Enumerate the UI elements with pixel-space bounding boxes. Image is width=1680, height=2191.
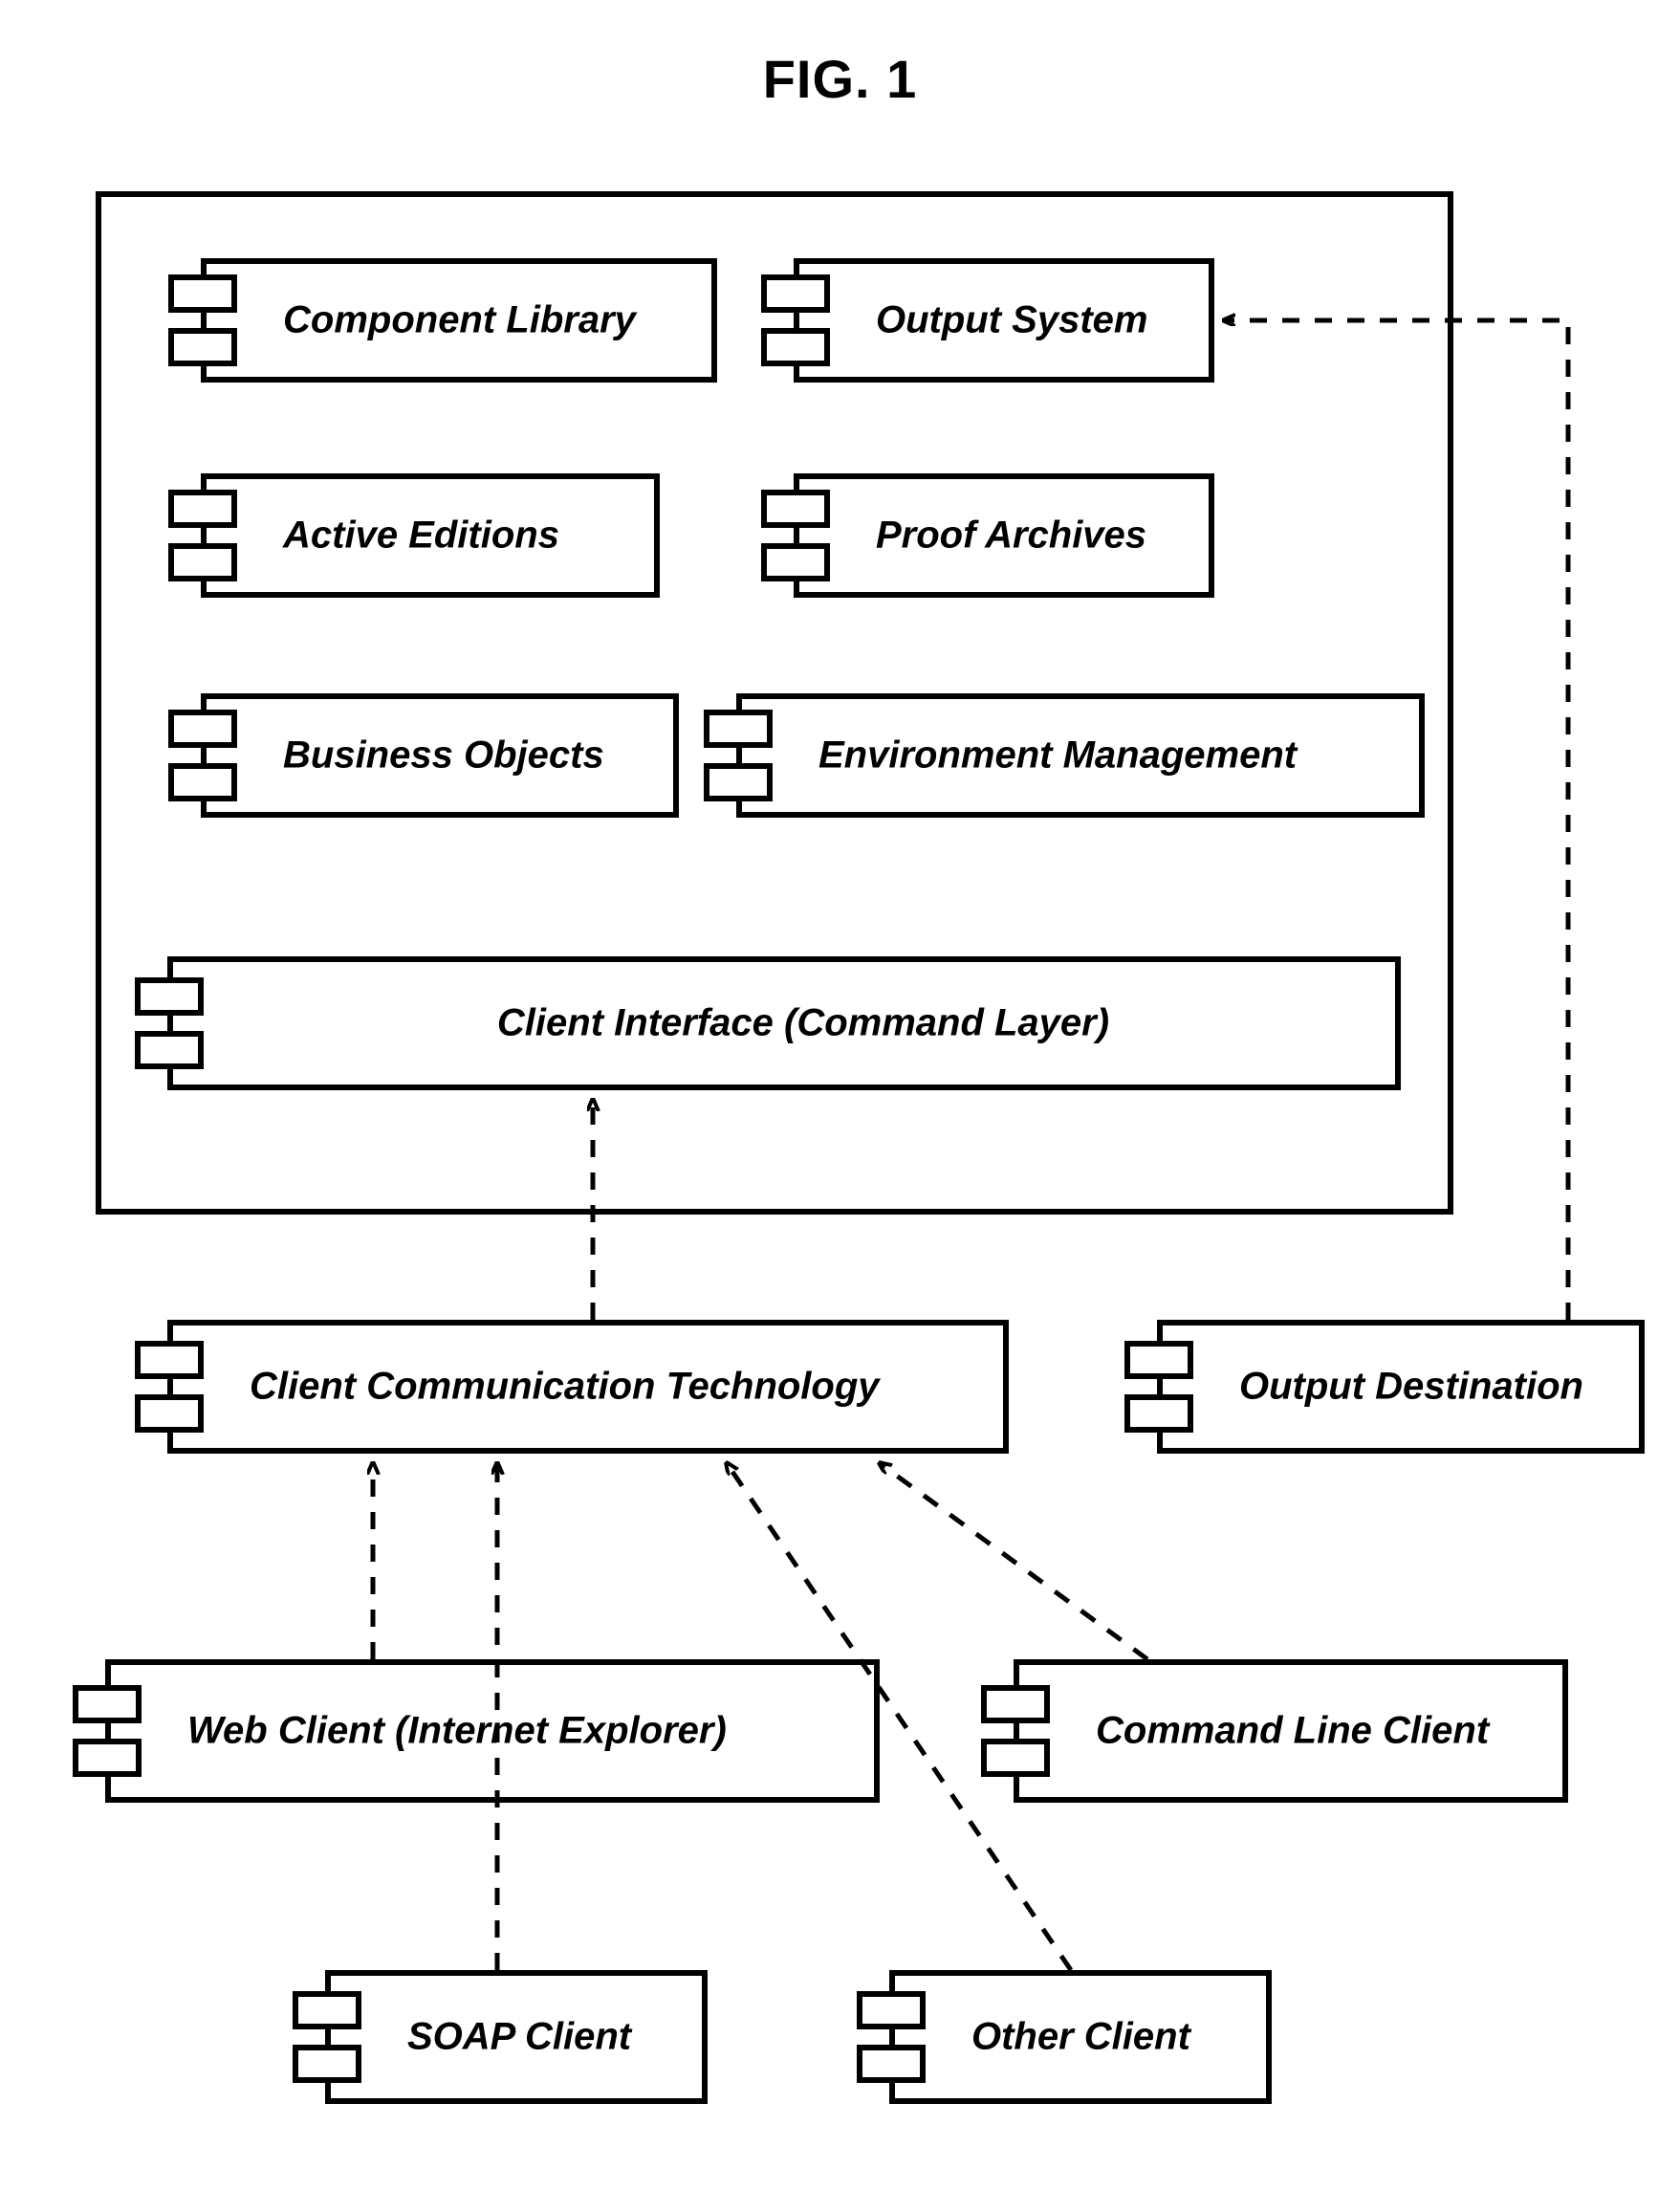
- soap-client: SOAP Client: [325, 1970, 708, 2104]
- figure-title: FIG. 1: [0, 48, 1680, 110]
- output-system: Output System: [794, 258, 1214, 383]
- output-destination-label: Output Destination: [1239, 1366, 1620, 1409]
- uml-component-icon: [168, 274, 237, 366]
- output-destination: Output Destination: [1157, 1320, 1645, 1454]
- proof-archives-label: Proof Archives: [876, 515, 1189, 558]
- uml-component-icon: [73, 1685, 142, 1777]
- component-library: Component Library: [201, 258, 717, 383]
- component-library-label: Component Library: [283, 299, 692, 342]
- environment-management: Environment Management: [736, 693, 1425, 818]
- business-objects: Business Objects: [201, 693, 679, 818]
- uml-component-icon: [293, 1991, 361, 2083]
- client-communication-technology: Client Communication Technology: [167, 1320, 1009, 1454]
- web-client: Web Client (Internet Explorer): [105, 1659, 880, 1803]
- command-line-client-label: Command Line Client: [1096, 1710, 1543, 1753]
- business-objects-label: Business Objects: [283, 734, 654, 778]
- environment-management-label: Environment Management: [818, 734, 1400, 778]
- uml-component-icon: [135, 977, 204, 1069]
- figure-page: FIG. 1 Component Library Output System A…: [0, 0, 1680, 2191]
- active-editions-label: Active Editions: [283, 515, 635, 558]
- client-comm-tech-label: Client Communication Technology: [250, 1366, 984, 1409]
- output-system-label: Output System: [876, 299, 1189, 342]
- web-client-label: Web Client (Internet Explorer): [187, 1710, 855, 1753]
- command-line-client: Command Line Client: [1014, 1659, 1568, 1803]
- uml-component-icon: [761, 274, 830, 366]
- uml-component-icon: [857, 1991, 926, 2083]
- uml-component-icon: [1124, 1341, 1193, 1433]
- uml-component-icon: [135, 1341, 204, 1433]
- other-client: Other Client: [889, 1970, 1272, 2104]
- active-editions: Active Editions: [201, 473, 660, 598]
- uml-component-icon: [168, 710, 237, 801]
- other-client-label: Other Client: [971, 2016, 1247, 2059]
- uml-component-icon: [168, 490, 237, 581]
- proof-archives: Proof Archives: [794, 473, 1214, 598]
- uml-component-icon: [704, 710, 773, 801]
- uml-component-icon: [981, 1685, 1050, 1777]
- soap-client-label: SOAP Client: [407, 2016, 683, 2059]
- client-interface: Client Interface (Command Layer): [167, 956, 1401, 1090]
- uml-component-icon: [761, 490, 830, 581]
- client-interface-label: Client Interface (Command Layer): [250, 1002, 1357, 1045]
